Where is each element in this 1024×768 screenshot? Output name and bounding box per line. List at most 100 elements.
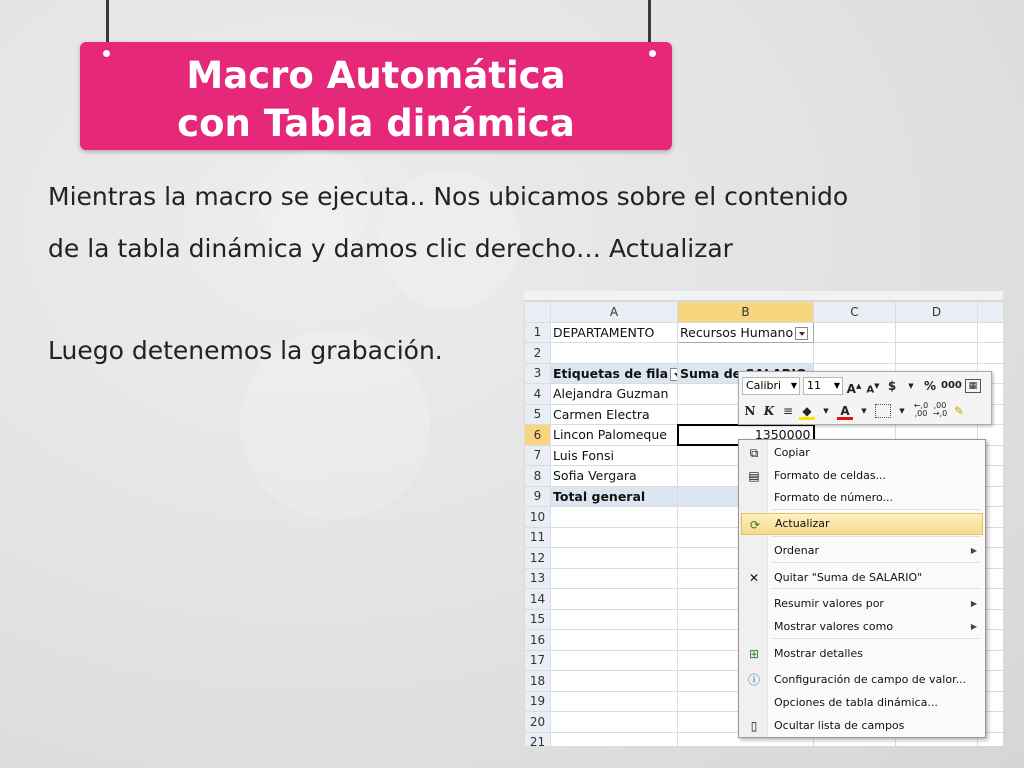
cell-a[interactable] (550, 547, 678, 569)
row-header[interactable]: 11 (524, 526, 551, 548)
context-menu-item[interactable]: Formato de número... (741, 487, 983, 509)
grow-font-icon[interactable]: A▲ (846, 377, 862, 396)
row-header[interactable]: 3 (524, 362, 551, 384)
row-header[interactable]: 10 (524, 506, 551, 528)
worksheet-row: 1 DEPARTAMENTO Recursos Humano (524, 321, 1003, 343)
row-header[interactable]: 8 (524, 465, 551, 487)
column-header[interactable]: A (550, 301, 678, 323)
dropdown-arrow-icon[interactable]: ▼ (894, 402, 910, 420)
row-header[interactable]: 20 (524, 711, 551, 733)
cell-a[interactable]: Lincon Palomeque (550, 424, 678, 446)
cell-a[interactable]: Total general (550, 485, 678, 507)
currency-format-button[interactable]: $ (884, 377, 900, 395)
cell-a[interactable] (550, 731, 678, 746)
cell-a[interactable]: Alejandra Guzman (550, 383, 678, 405)
context-menu-item[interactable]: Mostrar valores como ▶ (741, 616, 983, 638)
increase-decimal-icon[interactable]: ←,0,00 (913, 402, 929, 420)
cell-a[interactable] (550, 608, 678, 630)
decrease-decimal-icon[interactable]: ,00 →,0 (932, 402, 948, 420)
font-size-dropdown[interactable]: 11 ▼ (803, 377, 843, 395)
font-size-value: 11 (807, 379, 821, 392)
cell-a[interactable] (550, 670, 678, 692)
row-header[interactable]: 17 (524, 649, 551, 671)
cell-empty[interactable] (813, 342, 896, 364)
column-header[interactable]: D (895, 301, 978, 323)
cell-a[interactable] (550, 690, 678, 712)
row-header[interactable]: 14 (524, 588, 551, 610)
cell-a[interactable] (550, 526, 678, 548)
cell-a[interactable]: Luis Fonsi (550, 444, 678, 466)
row-header[interactable]: 13 (524, 567, 551, 589)
context-menu-item-label: Ordenar (774, 544, 819, 557)
cell-a[interactable] (550, 629, 678, 651)
cell-empty[interactable] (895, 321, 978, 343)
cell-a[interactable]: Etiquetas de fila (550, 362, 678, 384)
context-menu-item[interactable]: ⓘ Configuración de campo de valor... (741, 669, 983, 691)
row-header[interactable]: 1 (524, 321, 551, 343)
filter-dropdown-icon[interactable] (670, 367, 677, 381)
thousands-separator-button[interactable]: 000 (941, 377, 962, 395)
row-header[interactable]: 15 (524, 608, 551, 630)
percent-format-button[interactable]: % (922, 377, 938, 395)
dropdown-arrow-icon[interactable]: ▼ (856, 402, 872, 420)
cell-a[interactable]: Carmen Electra (550, 403, 678, 425)
align-center-icon[interactable]: ≡ (780, 402, 796, 420)
row-header[interactable]: 9 (524, 485, 551, 507)
row-header[interactable]: 2 (524, 342, 551, 364)
cell-a-text: DEPARTAMENTO (553, 324, 655, 340)
cell-empty[interactable] (895, 342, 978, 364)
cell-a[interactable]: DEPARTAMENTO (550, 321, 678, 343)
filter-icon[interactable] (795, 326, 809, 340)
context-menu-item[interactable]: ⊞ Mostrar detalles (741, 643, 983, 665)
context-menu-item-label: Opciones de tabla dinámica... (774, 696, 938, 709)
cell-a-text: Etiquetas de fila (553, 365, 669, 381)
cell-empty[interactable] (813, 321, 896, 343)
row-header[interactable]: 5 (524, 403, 551, 425)
cell-a[interactable] (550, 711, 678, 733)
context-menu-item[interactable]: ▤ Formato de celdas... (741, 465, 983, 487)
dropdown-arrow-icon[interactable]: ▼ (818, 402, 834, 420)
row-header[interactable]: 18 (524, 670, 551, 692)
font-name-dropdown[interactable]: Calibri ▼ (742, 377, 800, 395)
shrink-font-icon[interactable]: A▼ (865, 377, 881, 395)
column-header-selected[interactable]: B (677, 301, 814, 323)
borders-icon[interactable] (875, 404, 891, 418)
format-painter-table-icon[interactable]: ▦ (964, 379, 981, 393)
context-menu-item[interactable]: ✕ Quitar "Suma de SALARIO" (741, 567, 983, 589)
row-header[interactable]: 7 (524, 444, 551, 466)
bold-button[interactable]: N (742, 402, 758, 420)
cell-empty[interactable] (977, 321, 1003, 343)
row-header[interactable]: 6 (524, 424, 551, 446)
row-header[interactable]: 12 (524, 547, 551, 569)
context-menu-item[interactable]: Ordenar ▶ (741, 540, 983, 562)
row-header[interactable]: 16 (524, 629, 551, 651)
cell-a[interactable]: Sofia Vergara (550, 465, 678, 487)
cell-b[interactable]: Recursos Humano (677, 321, 814, 343)
italic-button[interactable]: K (761, 402, 777, 420)
column-header[interactable]: C (813, 301, 896, 323)
cell-empty[interactable] (977, 342, 1003, 364)
fill-color-icon[interactable]: ◆ (799, 402, 815, 420)
row-header[interactable]: 21 (524, 731, 551, 746)
corner-cell[interactable] (524, 301, 551, 323)
format-painter-icon[interactable]: ✎ (951, 402, 967, 420)
context-menu-item[interactable]: Opciones de tabla dinámica... (741, 692, 983, 714)
cell-a[interactable] (550, 506, 678, 528)
font-color-button[interactable]: A (837, 402, 853, 420)
cell-a-text: Lincon Palomeque (553, 427, 667, 443)
cell-a[interactable] (550, 649, 678, 671)
dropdown-arrow-icon[interactable]: ▼ (903, 377, 919, 395)
context-menu-item[interactable]: ▯ Ocultar lista de campos (741, 715, 983, 737)
row-header[interactable]: 19 (524, 690, 551, 712)
column-header-row: A B C D (524, 301, 1003, 323)
cell-b[interactable] (677, 342, 814, 364)
cell-a[interactable] (550, 588, 678, 610)
mini-toolbar-row-2: N K ≡ ◆ ▼ A ▼ ▼ ←,0,00 ,00 →,0 ✎ (742, 400, 967, 422)
cell-a[interactable] (550, 342, 678, 364)
context-menu-item[interactable]: ⟳ Actualizar (741, 513, 983, 535)
context-menu-item[interactable]: ⧉ Copiar (741, 442, 983, 464)
context-menu-item[interactable]: Resumir valores por ▶ (741, 593, 983, 615)
row-header[interactable]: 4 (524, 383, 551, 405)
column-header[interactable] (977, 301, 1003, 323)
cell-a[interactable] (550, 567, 678, 589)
